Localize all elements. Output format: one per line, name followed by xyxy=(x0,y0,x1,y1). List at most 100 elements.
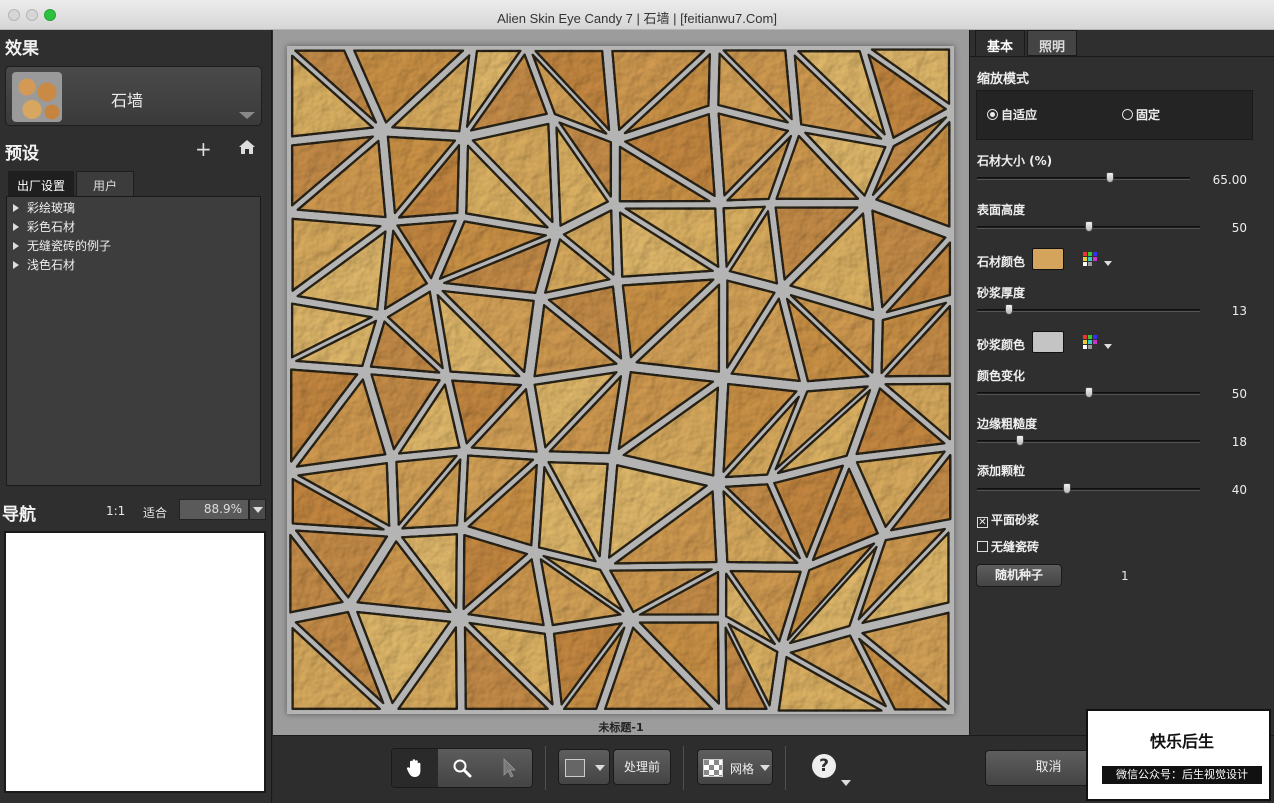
title-bar: Alien Skin Eye Candy 7 | 石墙 | [feitianwu… xyxy=(0,0,1274,30)
tool-group xyxy=(391,748,533,788)
add-grain-slider[interactable] xyxy=(977,483,1200,494)
help-dropdown-arrow-icon[interactable] xyxy=(841,780,851,786)
zoom-mode-group: 自适应 固定 xyxy=(976,90,1253,140)
navigation-heading: 导航 xyxy=(2,505,36,525)
pointer-tool-icon[interactable] xyxy=(486,749,532,787)
tab-basic[interactable]: 基本 xyxy=(975,30,1026,56)
preset-folder-item[interactable]: 浅色石材 xyxy=(7,256,260,275)
mortar-thickness-slider[interactable] xyxy=(977,304,1200,315)
preset-folder-label: 浅色石材 xyxy=(27,258,76,272)
grid-label: 网格 xyxy=(730,762,755,776)
edge-roughness-slider[interactable] xyxy=(977,435,1200,446)
random-seed-value: 1 xyxy=(1121,569,1129,583)
grid-checker-icon xyxy=(703,759,723,777)
color-picker-grid-icon[interactable] xyxy=(1083,335,1112,349)
mortar-thickness-label: 砂浆厚度 xyxy=(977,286,1026,300)
color-variation-slider[interactable] xyxy=(977,387,1200,398)
zoom-fit-button[interactable]: 适合 xyxy=(143,504,167,521)
preset-folder-label: 彩色石材 xyxy=(27,220,76,234)
disclosure-triangle-icon[interactable] xyxy=(13,261,19,269)
disclosure-triangle-icon[interactable] xyxy=(13,204,19,212)
color-variation-value[interactable]: 50 xyxy=(1232,387,1247,401)
help-question-icon[interactable]: ? xyxy=(812,754,836,778)
hand-tool-icon[interactable] xyxy=(392,749,438,787)
slider-thumb[interactable] xyxy=(1106,172,1114,183)
radio-adaptive[interactable]: 自适应 xyxy=(987,106,1037,123)
stone-size-slider[interactable] xyxy=(977,172,1190,183)
surface-height-slider[interactable] xyxy=(977,221,1200,232)
zoom-level-field[interactable]: 88.9% xyxy=(179,499,249,520)
edge-roughness-value[interactable]: 18 xyxy=(1232,435,1247,449)
watermark-overlay: 快乐后生 微信公众号：后生视觉设计 xyxy=(1086,709,1271,801)
preset-folder-item[interactable]: 彩绘玻璃 xyxy=(7,199,260,218)
window-title: Alien Skin Eye Candy 7 | 石墙 | [feitianwu… xyxy=(497,11,777,26)
add-grain-value[interactable]: 40 xyxy=(1232,483,1247,497)
color-picker-grid-icon[interactable] xyxy=(1083,252,1112,266)
radio-fixed-label: 固定 xyxy=(1136,108,1161,122)
stone-color-label: 石材颜色 xyxy=(977,255,1026,269)
grid-background-button[interactable]: 网格 xyxy=(697,749,773,785)
radio-fixed[interactable]: 固定 xyxy=(1122,106,1160,123)
dropdown-arrow-icon xyxy=(595,765,605,771)
slider-thumb[interactable] xyxy=(1085,221,1093,232)
slider-thumb[interactable] xyxy=(1016,435,1024,446)
dropdown-arrow-icon xyxy=(239,112,255,119)
surface-height-value[interactable]: 50 xyxy=(1232,221,1247,235)
stone-size-label: 石材大小 (%) xyxy=(977,154,1053,168)
radio-selected-icon xyxy=(987,109,998,120)
zoom-1to1-button[interactable]: 1:1 xyxy=(106,504,125,518)
flat-mortar-checkbox[interactable]: ✕ 平面砂浆 xyxy=(977,511,1039,528)
surface-height-label: 表面高度 xyxy=(977,203,1026,217)
toolbar-separator xyxy=(545,746,546,790)
radio-unselected-icon xyxy=(1122,109,1133,120)
tab-factory-presets[interactable]: 出厂设置 xyxy=(8,171,75,196)
background-swatch-icon xyxy=(565,759,585,777)
disclosure-triangle-icon[interactable] xyxy=(13,242,19,250)
zoom-dropdown-button[interactable] xyxy=(249,499,266,520)
add-preset-plus-icon[interactable]: + xyxy=(195,139,212,159)
seamless-tile-label: 无缝瓷砖 xyxy=(991,540,1040,554)
stone-size-value[interactable]: 65.00 xyxy=(1213,173,1247,187)
stone-color-swatch[interactable] xyxy=(1032,248,1064,270)
edge-roughness-label: 边缘粗糙度 xyxy=(977,417,1038,431)
effects-heading: 效果 xyxy=(5,39,39,59)
zoom-tool-magnifier-icon[interactable] xyxy=(439,749,485,787)
preset-folder-item[interactable]: 无缝瓷砖的例子 xyxy=(7,237,260,256)
flat-mortar-label: 平面砂浆 xyxy=(991,513,1040,527)
watermark-title: 快乐后生 xyxy=(1135,731,1229,753)
effect-thumbnail xyxy=(12,72,62,122)
toolbar-separator xyxy=(683,746,684,790)
right-settings-panel: 基本 照明 缩放模式 自适应 固定 石材大小 (%) 65.00 表面高度 50… xyxy=(969,30,1274,735)
random-seed-button[interactable]: 随机种子 xyxy=(976,564,1062,587)
zoom-mode-label: 缩放模式 xyxy=(977,72,1030,87)
effect-name: 石墙 xyxy=(111,91,144,110)
home-icon[interactable] xyxy=(238,138,256,159)
effect-selector[interactable]: 石墙 xyxy=(5,66,262,126)
seamless-tile-checkbox[interactable]: 无缝瓷砖 xyxy=(977,538,1039,555)
background-color-button[interactable] xyxy=(558,749,610,785)
preset-folder-item[interactable]: 彩色石材 xyxy=(7,218,260,237)
disclosure-triangle-icon[interactable] xyxy=(13,223,19,231)
tab-user-presets[interactable]: 用户 xyxy=(76,171,135,196)
slider-thumb[interactable] xyxy=(1063,483,1071,494)
checkbox-checked-icon: ✕ xyxy=(977,517,988,528)
dropdown-arrow-icon xyxy=(1104,261,1112,266)
navigation-preview[interactable] xyxy=(4,531,266,793)
mortar-color-swatch[interactable] xyxy=(1032,331,1064,353)
stone-wall-preview-canvas[interactable] xyxy=(287,46,954,714)
tab-lighting[interactable]: 照明 xyxy=(1027,30,1078,56)
color-variation-label: 颜色变化 xyxy=(977,369,1026,383)
settings-tabs: 基本 照明 xyxy=(975,30,1079,56)
dropdown-arrow-icon xyxy=(760,765,770,771)
document-name: 未标题-1 xyxy=(598,721,644,734)
left-panel: 效果 石墙 预设 + 出厂设置 用户 彩绘玻璃 彩色石材 无缝瓷砖的例子 浅色石… xyxy=(0,30,272,803)
add-grain-label: 添加颗粒 xyxy=(977,464,1026,478)
tab-divider xyxy=(970,56,1274,57)
preset-folder-label: 彩绘玻璃 xyxy=(27,201,76,215)
before-processing-button[interactable]: 处理前 xyxy=(613,749,671,785)
mortar-thickness-value[interactable]: 13 xyxy=(1232,304,1247,318)
slider-thumb[interactable] xyxy=(1005,304,1013,315)
stone-wall-preview-image xyxy=(287,46,954,714)
slider-thumb[interactable] xyxy=(1085,387,1093,398)
preview-area: 未标题-1 xyxy=(273,30,969,735)
